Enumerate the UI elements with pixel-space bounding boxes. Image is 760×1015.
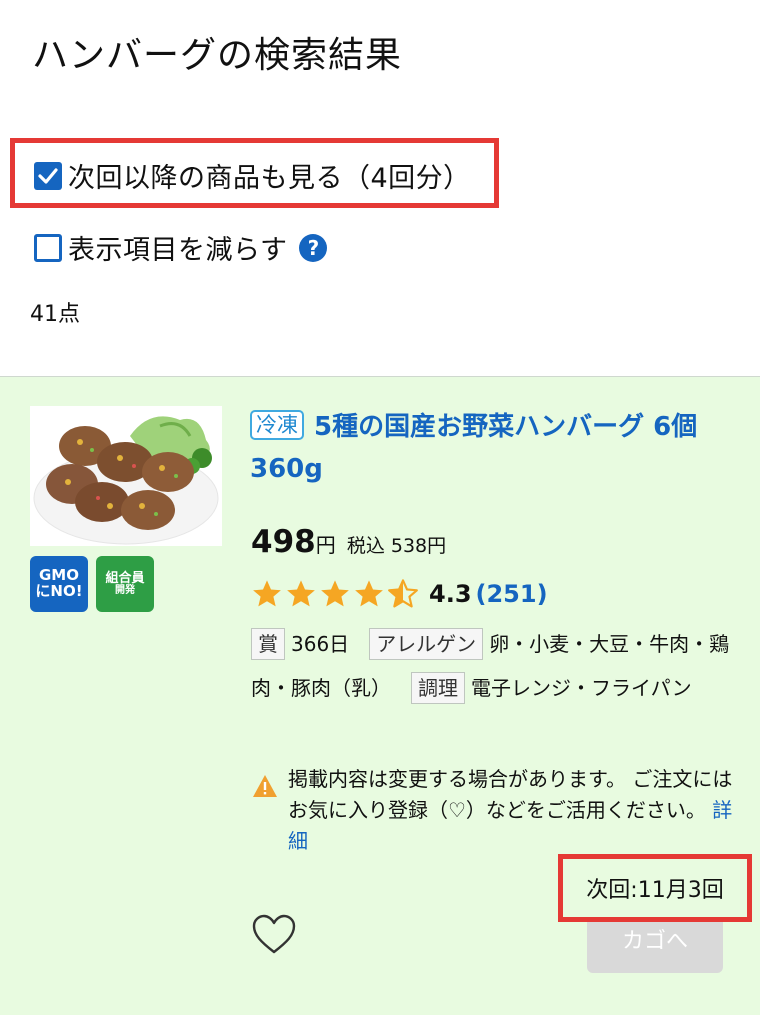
half-star-icon [388, 579, 418, 608]
checkbox-checked-icon[interactable] [34, 161, 62, 190]
rating-row[interactable]: 4.3 (251) [251, 578, 548, 610]
frozen-tag: 冷凍 [250, 410, 304, 440]
star-icon [321, 580, 349, 607]
tax-price: 税込 538円 [346, 535, 447, 557]
member-developed-badge: 組合員 開発 [96, 556, 154, 612]
cook-text: 電子レンジ・フライパン [471, 676, 692, 700]
warning-icon [253, 775, 277, 797]
price-unit: 円 [315, 533, 336, 557]
reduce-items-label[interactable]: 表示項目を減らす [68, 228, 287, 267]
star-icon [287, 580, 315, 607]
page-title: ハンバーグの検索結果 [32, 35, 403, 76]
award-days: 366日 [291, 632, 350, 656]
show-next-checkbox-row[interactable]: 次回以降の商品も見る（4回分） [34, 156, 471, 195]
notice-message: 掲載内容は変更する場合があります。 ご注文にはお気に入り登録（♡）などをご活用く… [288, 767, 733, 822]
reduce-items-checkbox-row[interactable]: 表示項目を減らす ? [34, 228, 328, 267]
question-icon[interactable]: ? [299, 233, 328, 262]
rating-value: 4.3 [429, 580, 472, 608]
review-count-link[interactable]: (251) [476, 580, 548, 608]
kumiai-badge-line2: 開発 [115, 584, 135, 596]
price-value: 498 [251, 524, 316, 560]
star-icon [355, 580, 383, 607]
star-icon [253, 580, 281, 607]
gmo-badge-line2: にNO! [35, 582, 83, 600]
price-row: 498円 税込 538円 [251, 524, 446, 560]
product-image[interactable] [30, 406, 222, 546]
gmo-free-badge: GMO にNO! [30, 556, 88, 612]
heart-icon[interactable] [251, 912, 297, 958]
show-next-label[interactable]: 次回以降の商品も見る（4回分） [68, 156, 471, 195]
kumiai-badge-line1: 組合員 [105, 570, 145, 586]
cook-chip: 調理 [411, 672, 465, 704]
result-count: 41点 [30, 302, 80, 327]
product-info: 賞 366日 アレルゲン 卵・小麦・大豆・牛肉・鶏肉・豚肉（乳） 調理 電子レンジ・フライ… [251, 622, 731, 710]
award-chip: 賞 [251, 628, 285, 660]
product-title[interactable]: 冷凍 5種の国産お野菜ハンバーグ 6個360g [250, 406, 740, 490]
allergen-chip: アレルゲン [369, 628, 484, 660]
notice-text: 掲載内容は変更する場合があります。 ご注文にはお気に入り登録（♡）などをご活用く… [288, 764, 736, 857]
checkbox-unchecked-icon[interactable] [34, 233, 62, 262]
product-name-link[interactable]: 5種の国産お野菜ハンバーグ 6個360g [250, 412, 697, 484]
next-delivery-label: 次回:11月3回 [558, 854, 752, 922]
